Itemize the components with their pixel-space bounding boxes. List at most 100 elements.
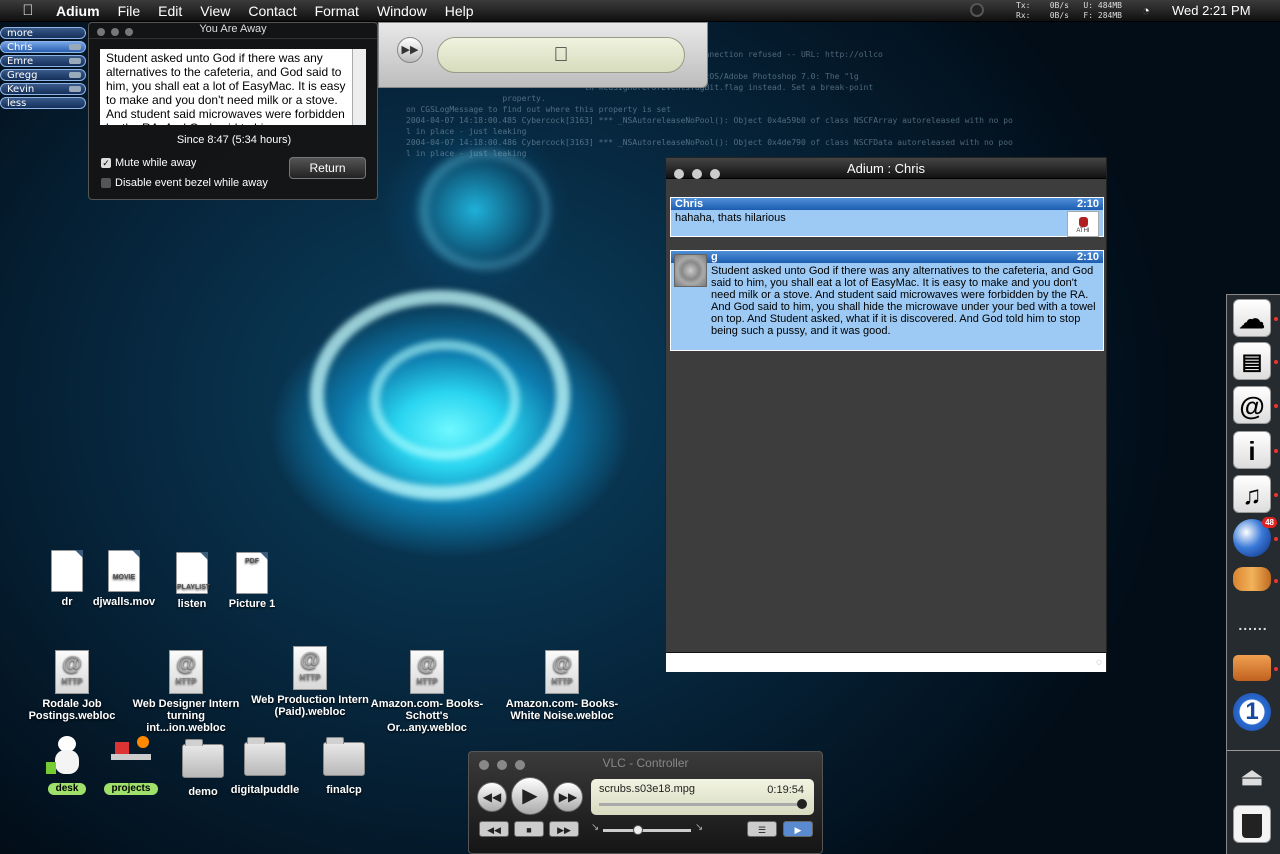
- desktop-icon-picture-1[interactable]: PDF Picture 1: [192, 552, 312, 610]
- next-track-button[interactable]: ▶▶: [397, 37, 423, 63]
- apple-logo-icon: : [554, 44, 569, 66]
- dock: ☁ ▤ @ i ♫ 48 ...... 1 ⏏: [1226, 294, 1280, 854]
- globe-icon[interactable]: 48: [1233, 517, 1277, 557]
- away-window-titlebar[interactable]: You Are Away: [89, 23, 377, 39]
- eject-icon[interactable]: ⏏: [1233, 759, 1271, 797]
- playlist-button[interactable]: ☰: [747, 821, 777, 837]
- menu-window[interactable]: Window: [377, 3, 427, 19]
- chat-message: g 2:10 Student asked unto God if there wa…: [670, 250, 1104, 351]
- chat-input-field[interactable]: ◌: [666, 652, 1106, 672]
- net-stat-rx: Rx: 0B/s F: 284MB: [1016, 11, 1122, 20]
- zoom-button[interactable]: [125, 28, 133, 36]
- tiger-icon[interactable]: [1233, 567, 1271, 591]
- music-note-icon[interactable]: ♫: [1233, 475, 1271, 513]
- icon-label: Rodale Job Postings.webloc: [28, 698, 116, 722]
- return-button[interactable]: Return: [289, 157, 366, 179]
- fast-forward-button[interactable]: ▶▶: [553, 782, 583, 812]
- next-button[interactable]: ▶▶: [549, 821, 579, 837]
- minimize-button[interactable]: [692, 169, 702, 179]
- progress-knob[interactable]: [796, 799, 807, 809]
- close-button[interactable]: [674, 169, 684, 179]
- menu-file[interactable]: File: [118, 3, 141, 19]
- disc-icon[interactable]: [970, 3, 984, 17]
- webloc-icon: @ HTTP: [169, 650, 203, 694]
- zoom-button[interactable]: [710, 169, 720, 179]
- desktop-icon-amazon-schotts-webloc[interactable]: @ HTTP Amazon.com- Books- Schott's Or...an…: [367, 650, 487, 734]
- console-line: on CGSLogMessage to find out where this …: [406, 105, 671, 114]
- desktop-icon-finalcp[interactable]: finalcp: [284, 736, 404, 796]
- contact-item-kevin[interactable]: Kevin: [0, 83, 86, 95]
- volume-high-icon: ↘: [695, 822, 704, 833]
- file-badge: HTTP: [416, 677, 438, 686]
- rewind-button[interactable]: ◀◀: [477, 782, 507, 812]
- contact-name: Kevin: [7, 84, 35, 95]
- menu-view[interactable]: View: [200, 3, 230, 19]
- chat-window-title: Adium : Chris: [846, 161, 926, 176]
- chat-window-titlebar[interactable]: Adium : Chris: [666, 158, 1106, 179]
- trash-icon[interactable]: [1233, 805, 1271, 843]
- volume-slider[interactable]: [603, 825, 691, 835]
- folder-icon: [323, 737, 365, 776]
- menubar-clock[interactable]: Wed 2:21 PM: [1172, 3, 1251, 18]
- desktop-icon-web-production-webloc[interactable]: @ HTTP Web Production Intern (Paid).webloc: [250, 646, 370, 718]
- away-message-text: Student asked unto God if there was any …: [106, 51, 346, 125]
- contact-more-button[interactable]: more: [0, 27, 86, 39]
- status-icon: [69, 44, 81, 50]
- contact-item-gregg[interactable]: Gregg: [0, 69, 86, 81]
- file-badge: PDF: [245, 558, 259, 565]
- info-icon[interactable]: i: [1233, 431, 1271, 469]
- fullscreen-button[interactable]: ▶: [783, 821, 813, 837]
- menu-format[interactable]: Format: [315, 3, 359, 19]
- file-badge: HTTP: [175, 677, 197, 686]
- previous-button[interactable]: ◀◀: [479, 821, 509, 837]
- message-sender: Chris: [675, 198, 704, 210]
- resize-grip-icon[interactable]: ◌: [1096, 657, 1102, 668]
- desktop-icon-rodale-webloc[interactable]: @ HTTP Rodale Job Postings.webloc: [12, 650, 132, 722]
- contact-item-chris[interactable]: Chris: [0, 41, 86, 53]
- message-header: Chris 2:10: [671, 198, 1103, 210]
- stop-button[interactable]: ■: [514, 821, 544, 837]
- at-icon[interactable]: @: [1233, 386, 1271, 424]
- cloud-icon[interactable]: ☁: [1233, 299, 1271, 337]
- menu-app-name[interactable]: Adium: [56, 3, 100, 19]
- avatar-label: ATHI: [1076, 228, 1090, 234]
- close-button[interactable]: [97, 28, 105, 36]
- vlc-display: scrubs.s03e18.mpg 0:19:54: [591, 779, 814, 815]
- contact-name: Gregg: [7, 70, 38, 81]
- away-window: You Are Away Student asked unto God if t…: [88, 22, 378, 200]
- away-since-label: Since 8:47 (5:34 hours): [176, 134, 292, 146]
- buddy-avatar: ATHI: [1067, 211, 1099, 237]
- contact-less-button[interactable]: less: [0, 97, 86, 109]
- away-message-field[interactable]: Student asked unto God if there was any …: [100, 49, 366, 125]
- menu-help[interactable]: Help: [445, 3, 474, 19]
- vlc-progress-slider[interactable]: [599, 799, 807, 809]
- chat-window: Adium : Chris Chris 2:10 hahaha, thats hi…: [665, 157, 1107, 672]
- apple-icon[interactable]: : [0, 2, 56, 19]
- one-icon[interactable]: 1: [1233, 693, 1271, 731]
- minimize-button[interactable]: [111, 28, 119, 36]
- disable-bezel-checkbox[interactable]: Disable event bezel while away: [101, 177, 268, 189]
- status-icon: [69, 58, 81, 64]
- volume-knob[interactable]: [633, 825, 644, 835]
- icon-label: Web Designer Intern turning int...ion.we…: [132, 698, 240, 734]
- message-text: hahaha, thats hilarious: [675, 212, 786, 224]
- play-button[interactable]: ▶: [511, 777, 549, 815]
- contact-item-emre[interactable]: Emre: [0, 55, 86, 67]
- scrollbar[interactable]: [352, 49, 366, 125]
- icon-label: Web Production Intern (Paid).webloc: [251, 694, 369, 718]
- mute-label: Mute while away: [115, 157, 197, 169]
- console-line: property.: [406, 94, 546, 103]
- away-window-title: You Are Away: [199, 23, 267, 35]
- status-icon: [69, 86, 81, 92]
- mute-checkbox[interactable]: ✓ Mute while away: [101, 157, 196, 169]
- globe-badge: 48: [1262, 517, 1277, 528]
- menu-edit[interactable]: Edit: [158, 3, 182, 19]
- menu-contact[interactable]: Contact: [248, 3, 296, 19]
- running-indicator: [1274, 317, 1278, 321]
- chat-log[interactable]: Chris 2:10 hahaha, thats hilarious ATHI g…: [666, 180, 1106, 650]
- desktop-icon-web-designer-webloc[interactable]: @ HTTP Web Designer Intern turning int...i…: [126, 650, 246, 734]
- wifi-icon[interactable]: ◔: [1142, 3, 1150, 18]
- toast-icon[interactable]: [1233, 655, 1271, 681]
- document-icon[interactable]: ▤: [1233, 342, 1271, 380]
- desktop-icon-amazon-white-noise-webloc[interactable]: @ HTTP Amazon.com- Books- White Noise.webl…: [502, 650, 622, 722]
